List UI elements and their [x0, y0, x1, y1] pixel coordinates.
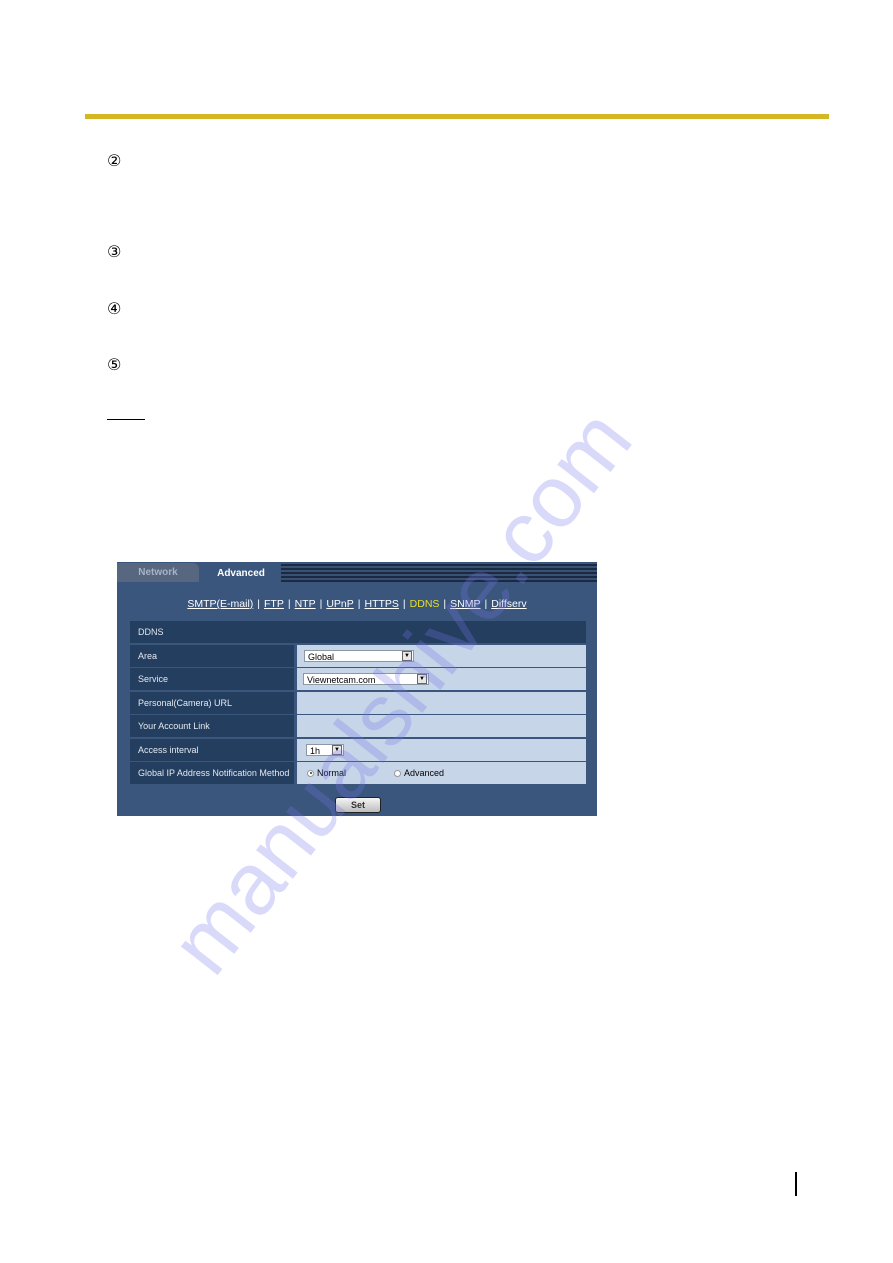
personal-url-label: Personal(Camera) URL — [130, 691, 297, 714]
radio-unchecked-icon[interactable] — [394, 769, 401, 777]
account-link-label: Your Account Link — [130, 715, 297, 737]
area-label: Area — [130, 644, 297, 667]
access-interval-value-cell: 1h ▼ — [297, 738, 586, 761]
tab-advanced[interactable]: Advanced — [201, 563, 281, 582]
subnav-snmp[interactable]: SNMP — [450, 598, 480, 610]
step-marker-5: ⑤ — [107, 355, 122, 374]
row-personal-url: Personal(Camera) URL — [130, 691, 586, 714]
ddns-table: DDNS Area Global ▼ Service Viewnetcam.co… — [130, 621, 586, 784]
service-value-cell: Viewnetcam.com ▼ — [297, 668, 586, 690]
step-marker-4: ④ — [107, 299, 122, 318]
sub-navigation: SMTP(E-mail) | FTP | NTP | UPnP | HTTPS | DDNS | SNM… — [117, 598, 597, 610]
radio-normal-label: Normal — [317, 768, 347, 778]
row-service: Service Viewnetcam.com ▼ — [130, 668, 586, 690]
subnav-smtp[interactable]: SMTP(E-mail) — [187, 598, 253, 610]
service-label: Service — [130, 668, 297, 690]
radio-advanced[interactable]: Advanced — [394, 768, 444, 778]
access-interval-label: Access interval — [130, 738, 297, 761]
chevron-down-icon[interactable]: ▼ — [417, 674, 427, 684]
area-selected-value: Global — [308, 651, 335, 662]
area-value-cell: Global ▼ — [297, 644, 586, 667]
notification-method-value-cell: Normal Advanced — [297, 762, 586, 784]
subnav-ftp[interactable]: FTP — [264, 598, 284, 610]
account-link-value — [297, 715, 586, 737]
chevron-down-icon[interactable]: ▼ — [402, 650, 412, 661]
row-notification-method: Global IP Address Notification Method No… — [130, 762, 586, 784]
note-underline — [107, 419, 145, 420]
service-selected-value: Viewnetcam.com — [307, 675, 376, 685]
separator: | — [257, 598, 261, 610]
subnav-ntp[interactable]: NTP — [295, 598, 316, 610]
radio-checked-icon[interactable] — [307, 769, 314, 777]
row-area: Area Global ▼ — [130, 644, 586, 667]
service-select[interactable]: Viewnetcam.com ▼ — [303, 673, 429, 685]
section-title: DDNS — [130, 621, 586, 643]
set-button[interactable]: Set — [335, 797, 381, 813]
row-account-link: Your Account Link — [130, 715, 586, 737]
access-interval-selected-value: 1h — [310, 745, 321, 756]
page-number-rule — [795, 1172, 797, 1196]
personal-url-value — [297, 691, 586, 714]
access-interval-select[interactable]: 1h ▼ — [306, 743, 344, 756]
step-marker-2: ② — [107, 151, 122, 170]
separator: | — [287, 598, 291, 610]
ddns-settings-panel: Network Advanced SMTP(E-mail) | FTP | NTP | UP… — [117, 562, 597, 816]
separator: | — [484, 598, 488, 610]
subnav-upnp[interactable]: UPnP — [326, 598, 353, 610]
separator: | — [357, 598, 361, 610]
step-marker-3: ③ — [107, 242, 122, 261]
separator: | — [443, 598, 447, 610]
radio-advanced-label: Advanced — [404, 768, 445, 778]
header-rule — [85, 114, 829, 119]
tab-strip-decoration — [281, 564, 597, 582]
separator: | — [319, 598, 323, 610]
subnav-https[interactable]: HTTPS — [365, 598, 399, 610]
subnav-diffserv[interactable]: Diffserv — [491, 598, 526, 610]
separator: | — [402, 598, 406, 610]
subnav-ddns-active: DDNS — [409, 598, 440, 610]
chevron-down-icon[interactable]: ▼ — [332, 744, 342, 755]
row-access-interval: Access interval 1h ▼ — [130, 738, 586, 761]
tab-network[interactable]: Network — [117, 563, 199, 582]
notification-method-label: Global IP Address Notification Method — [130, 762, 297, 784]
area-select[interactable]: Global ▼ — [304, 649, 414, 662]
tab-strip: Network Advanced — [117, 562, 597, 582]
radio-normal[interactable]: Normal — [307, 768, 346, 778]
